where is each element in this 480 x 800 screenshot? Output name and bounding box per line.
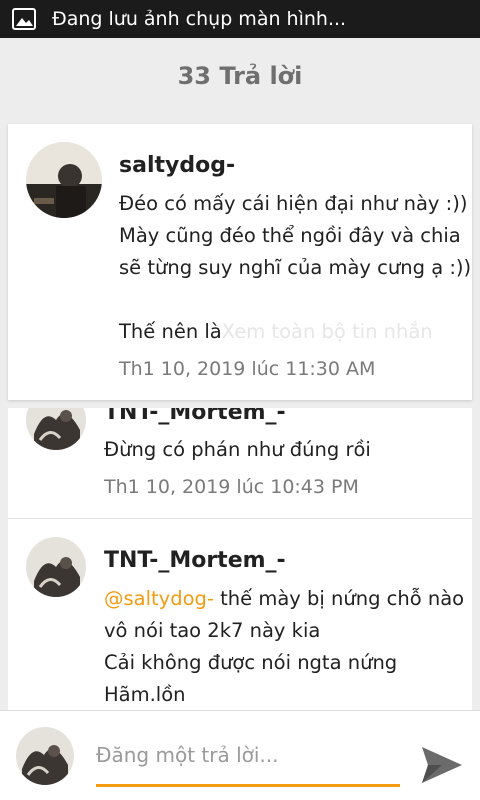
comment-text-line: Mày cũng đéo thể ngồi đây và chia <box>119 224 461 247</box>
reply-input[interactable]: Đăng một trả lời... <box>96 743 279 767</box>
comment-text-line-last: Thế nên làXem toàn bộ tin nhắn <box>119 316 433 348</box>
comment-author[interactable]: saltydog- <box>119 153 235 178</box>
avatar[interactable] <box>26 537 86 597</box>
comment-card-highlighted[interactable]: saltydog- Đéo có mấy cái hiện đại như nà… <box>8 124 472 400</box>
see-full-message-link[interactable]: Xem toàn bộ tin nhắn <box>222 320 433 343</box>
comment-card[interactable]: TNT-_Mortem_- Đừng có phán như đúng rồi … <box>8 408 472 518</box>
reply-input-underline <box>96 784 400 787</box>
reply-count-title: 33 Trả lời <box>177 62 303 90</box>
comment-timestamp: Th1 10, 2019 lúc 10:43 PM <box>104 476 359 498</box>
comment-text-fragment: Thế nên là <box>119 320 222 343</box>
mention-link[interactable]: @saltydog- <box>104 587 214 610</box>
comment-author[interactable]: TNT-_Mortem_- <box>104 548 286 573</box>
comment-text-line: Cải không được nói ngta nứng <box>104 651 398 674</box>
status-bar: Đang lưu ảnh chụp màn hình... <box>0 0 480 38</box>
comment-text-fragment: thế mày bị nứng chỗ nào <box>213 587 465 610</box>
comment-text-line: sẽ từng suy nghĩ của mày cưng ạ :)) <box>119 256 472 279</box>
comment-timestamp: Th1 10, 2019 lúc 11:30 AM <box>119 358 376 380</box>
reply-compose-bar: Đăng một trả lời... <box>0 710 480 800</box>
comment-card[interactable]: TNT-_Mortem_- @saltydog- thế mày bị nứng… <box>8 519 472 710</box>
current-user-avatar[interactable] <box>16 727 74 785</box>
comment-text-line: @saltydog- thế mày bị nứng chỗ nào <box>104 583 464 615</box>
image-icon <box>12 8 38 30</box>
comment-text-line: Đừng có phán như đúng rồi <box>104 438 371 461</box>
comment-author[interactable]: TNT-_Mortem_- <box>104 408 286 425</box>
comment-text-line: vô nói tao 2k7 này kia <box>104 619 321 642</box>
avatar[interactable] <box>26 408 86 450</box>
status-text: Đang lưu ảnh chụp màn hình... <box>52 8 347 30</box>
avatar[interactable] <box>26 142 102 218</box>
comment-text-line: Đéo có mấy cái hiện đại như này :)) <box>119 192 468 215</box>
send-icon[interactable] <box>420 745 464 785</box>
thread-header: 33 Trả lời <box>0 38 480 114</box>
comment-text-line: Hãm.lồn <box>104 683 186 706</box>
